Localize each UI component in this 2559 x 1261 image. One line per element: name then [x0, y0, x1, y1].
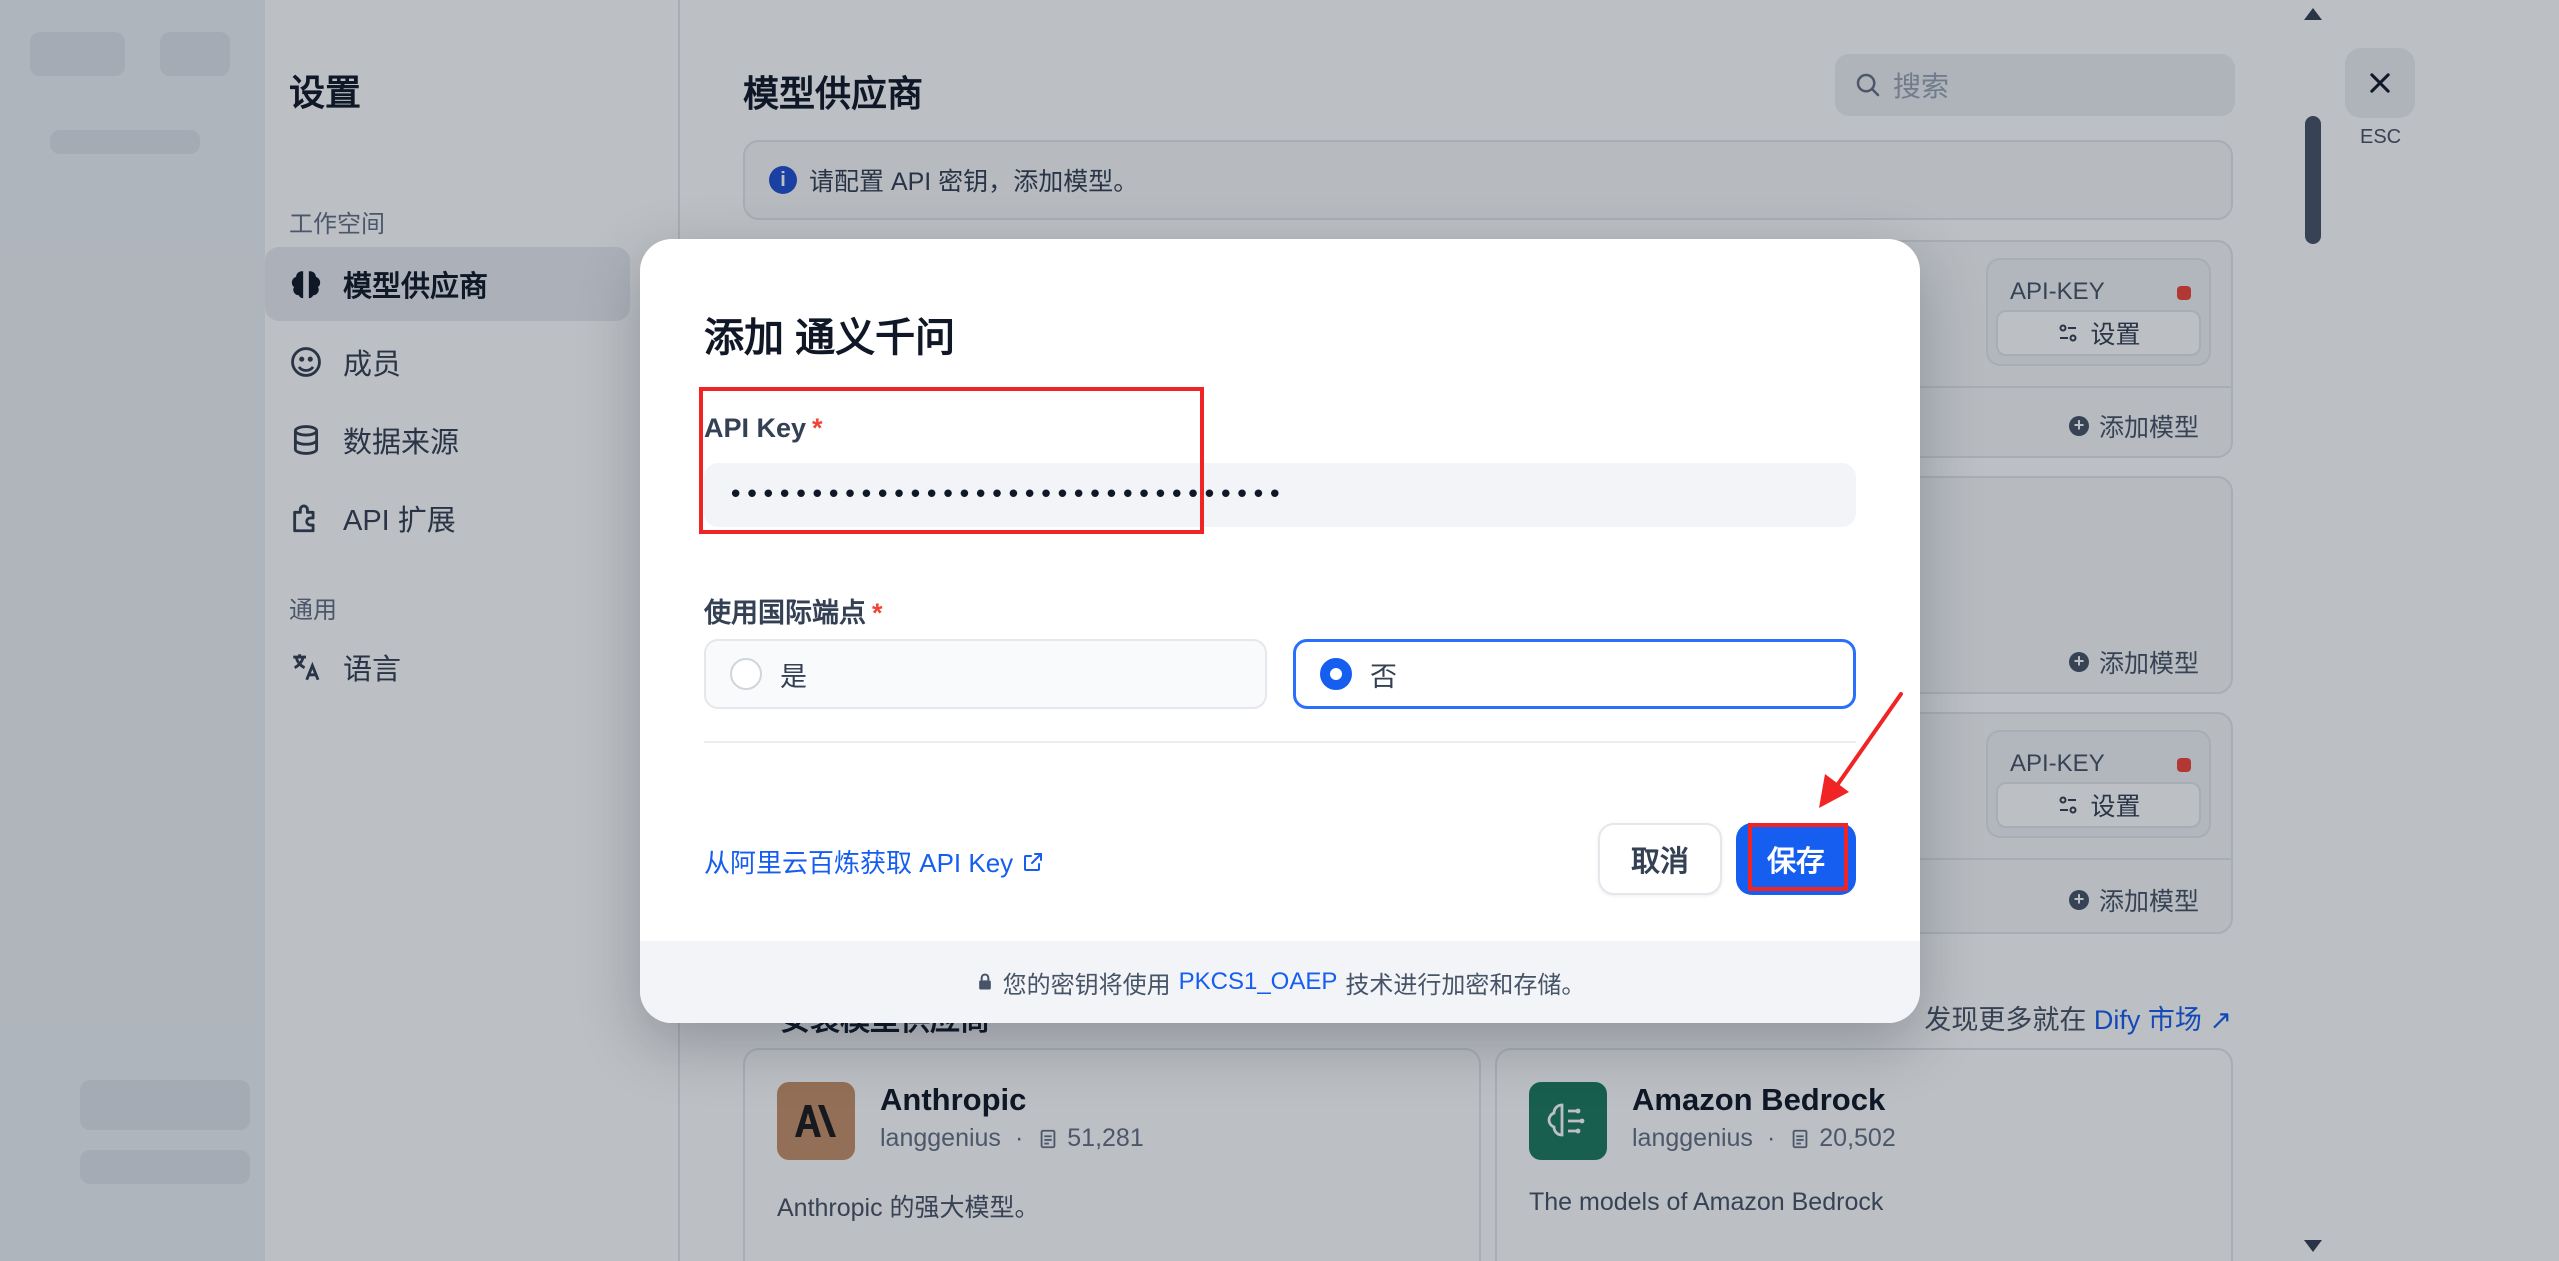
endpoint-option-yes[interactable]: 是: [704, 639, 1267, 709]
get-key-link-text: 从阿里云百炼获取 API Key: [704, 848, 1014, 878]
get-api-key-link[interactable]: 从阿里云百炼获取 API Key: [704, 843, 1045, 880]
radio-dot: [1330, 668, 1342, 680]
endpoint-option-no[interactable]: 否: [1293, 639, 1856, 709]
required-mark: *: [872, 598, 883, 628]
option-label: 否: [1370, 661, 1397, 692]
highlight-box-api-key: [699, 387, 1204, 534]
annotation-arrow-icon: [1819, 692, 1903, 808]
radio-unchecked-icon: [730, 658, 762, 690]
option-label: 是: [780, 661, 807, 692]
highlight-box-save: [1748, 823, 1848, 891]
endpoint-field-label: 使用国际端点 *: [704, 591, 883, 630]
endpoint-label-text: 使用国际端点: [704, 598, 866, 628]
footer-prefix: 您的密钥将使用: [1002, 971, 1171, 999]
footer-suffix: 技术进行加密和存储。: [1345, 971, 1586, 999]
cancel-button[interactable]: 取消: [1598, 823, 1722, 895]
external-link-icon: [1024, 852, 1043, 871]
add-provider-dialog: 添加 通义千问 API Key* 使用国际端点* 是 否 从阿里云百炼获取 AP…: [640, 239, 1920, 1023]
dialog-title: 添加 通义千问: [704, 316, 956, 360]
lock-icon: [978, 973, 991, 990]
encryption-note: 您的密钥将使用 PKCS1_OAEP 技术进行加密和存储。: [640, 941, 1920, 1023]
dialog-divider: [704, 741, 1856, 743]
radio-checked-icon: [1320, 658, 1352, 690]
footer-accent[interactable]: PKCS1_OAEP: [1179, 968, 1338, 996]
